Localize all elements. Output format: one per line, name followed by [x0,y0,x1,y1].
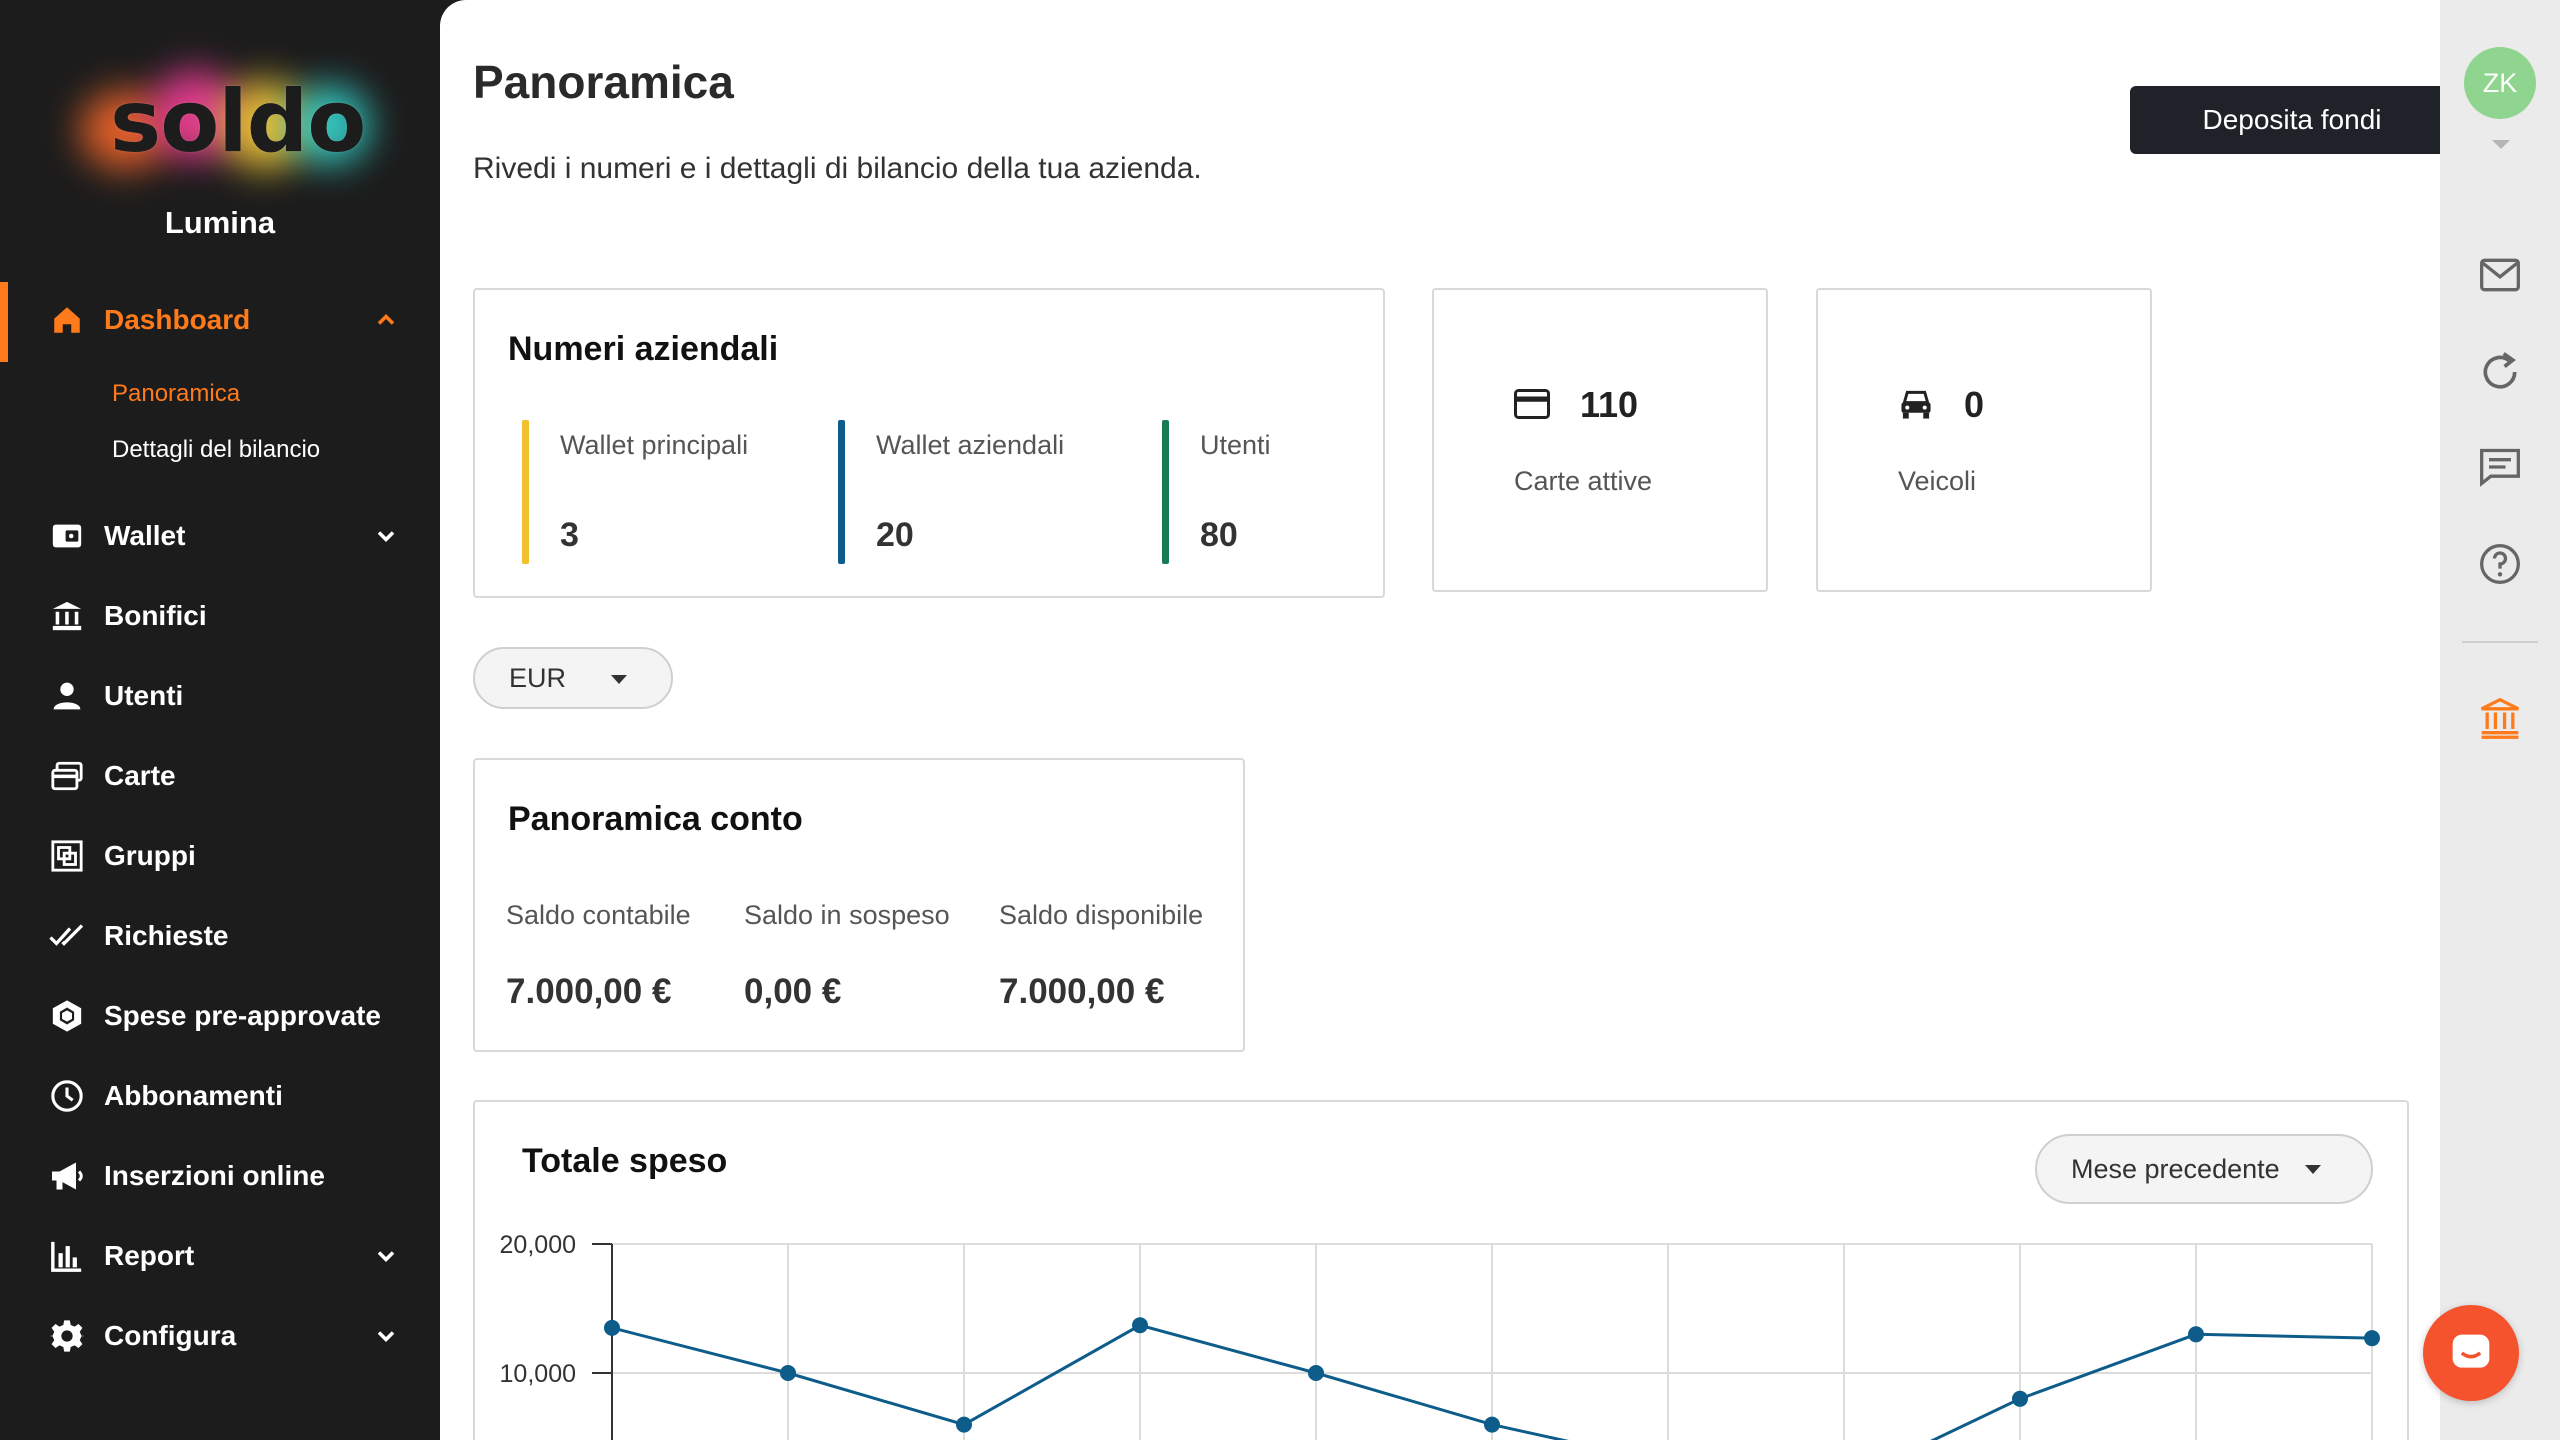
mail-icon[interactable] [2478,253,2522,297]
chart-data-point [1132,1317,1148,1334]
chart-data-point [1484,1416,1500,1433]
refresh-icon[interactable] [2478,350,2522,394]
sidebar-item-carte[interactable]: Carte [0,736,440,816]
megaphone-icon [48,1157,86,1195]
chat-bubble-icon [2452,1334,2490,1368]
chart-data-point [2188,1326,2204,1343]
chart-data-point [2364,1330,2380,1347]
sidebar-item-label: Richieste [104,920,229,951]
cards-icon [48,757,86,795]
right-rail: ZK [2440,0,2560,1440]
sidebar-item-inserzioni-online[interactable]: Inserzioni online [0,1136,440,1216]
total-spent-chart: 20,000 10,000 [500,1231,2380,1440]
sidebar-item-configura[interactable]: Configura [0,1296,440,1376]
sidebar-item-wallet[interactable]: Wallet [0,496,440,576]
sidebar-subitem-dettagli-bilancio[interactable]: Dettagli del bilancio [112,436,320,464]
hexagon-icon [48,997,86,1035]
sidebar-item-label: Abbonamenti [104,1080,283,1111]
sidebar-item-spese-pre-approvate[interactable]: Spese pre-approvate [0,976,440,1056]
bank-icon[interactable] [2478,696,2522,740]
chart-data-point [1308,1365,1324,1381]
chart-data-point [604,1319,620,1336]
sidebar-item-utenti[interactable]: Utenti [0,656,440,736]
gear-icon [48,1317,86,1355]
sidebar-item-label: Carte [104,760,176,791]
sidebar-item-dashboard[interactable]: Dashboard [0,280,440,360]
organization-name: Lumina [164,205,276,240]
rail-divider [2462,641,2538,643]
user-icon [48,677,86,715]
chevron-down-icon[interactable] [372,522,400,550]
chart-data-point [2012,1390,2028,1407]
chevron-up-icon[interactable] [372,306,400,334]
sidebar-item-label: Configura [104,1320,237,1351]
home-icon [48,301,86,339]
sidebar-item-label: Bonifici [104,600,207,631]
clock-icon [48,1077,86,1115]
chart-data-point [956,1416,972,1433]
sidebar-item-label: Spese pre-approvate [104,1000,381,1031]
double-check-icon [48,917,86,955]
chart-y-tick-label: 20,000 [500,1231,576,1259]
sidebar-item-label: Utenti [104,680,184,711]
main-content: Panoramica Rivedi i numeri e i dettagli … [440,0,2454,1440]
wallet-icon [48,517,86,555]
sidebar-item-report[interactable]: Report [0,1216,440,1296]
bar-chart-icon [48,1237,86,1275]
sidebar-item-label: Dashboard [104,304,251,335]
chevron-down-icon[interactable] [372,1322,400,1350]
sidebar-item-gruppi[interactable]: Gruppi [0,816,440,896]
soldo-logo[interactable]: soldo [60,50,380,190]
chevron-down-icon[interactable] [372,1242,400,1270]
sidebar-item-richieste[interactable]: Richieste [0,896,440,976]
sidebar-item-label: Report [104,1240,195,1271]
sidebar-item-label: Wallet [104,520,186,551]
chart-data-point [780,1365,796,1381]
sidebar-item-abbonamenti[interactable]: Abbonamenti [0,1056,440,1136]
sidebar-item-bonifici[interactable]: Bonifici [0,576,440,656]
groups-icon [48,837,86,875]
sidebar-item-label: Gruppi [104,840,196,871]
help-icon[interactable] [2478,542,2522,586]
sidebar: soldo Lumina Dashboard Panoramica Dettag… [0,0,440,1440]
sidebar-item-label: Inserzioni online [104,1160,325,1191]
chat-icon[interactable] [2478,445,2522,489]
bank-transfer-icon [48,597,86,635]
chart-y-tick-label: 10,000 [500,1360,576,1388]
logo-text: soldo [110,72,366,172]
support-chat-button[interactable] [2423,1305,2519,1401]
caret-down-icon[interactable] [2492,140,2510,149]
avatar[interactable]: ZK [2464,47,2536,119]
sidebar-subitem-panoramica[interactable]: Panoramica [112,380,240,408]
